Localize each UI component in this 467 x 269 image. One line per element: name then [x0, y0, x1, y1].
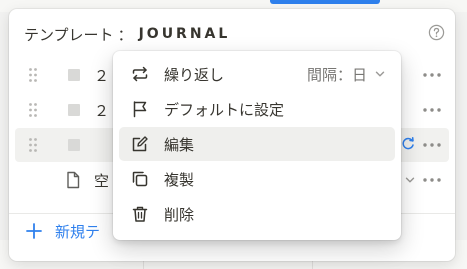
interval-value: 日	[351, 66, 367, 84]
drag-handle-icon[interactable]	[28, 137, 38, 153]
menu-item-label: 編集	[164, 136, 195, 154]
panel-title-separator: ：	[117, 25, 133, 44]
template-name: JOURNAL	[138, 26, 231, 42]
menu-item-label: 複製	[164, 171, 195, 189]
menu-item-delete[interactable]: 削除	[119, 197, 395, 231]
checkbox-icon[interactable]	[68, 69, 80, 81]
menu-item-set-default[interactable]: デフォルトに設定	[119, 92, 395, 126]
interval-label: 間隔：	[306, 66, 352, 84]
interval-select[interactable]: 間隔：日	[307, 64, 367, 85]
drag-handle-icon[interactable]	[28, 67, 38, 83]
context-menu: 繰り返し 間隔：日 デフォルトに設定 編集 複製 削除	[113, 51, 401, 240]
chevron-down-icon[interactable]	[375, 69, 385, 79]
menu-item-edit[interactable]: 編集	[119, 127, 395, 161]
menu-item-repeat[interactable]: 繰り返し 間隔：日	[119, 57, 395, 91]
new-template-label: 新規テ	[55, 222, 101, 241]
drag-handle-icon[interactable]	[28, 102, 38, 118]
help-icon[interactable]	[428, 24, 445, 41]
sync-icon[interactable]	[401, 137, 415, 151]
checkbox-icon[interactable]	[68, 139, 80, 151]
menu-item-label: デフォルトに設定	[164, 101, 285, 119]
trash-icon	[132, 206, 148, 222]
repeat-icon	[132, 66, 148, 82]
panel-title: テンプレート	[24, 25, 114, 44]
edit-icon	[132, 136, 148, 152]
chevron-down-icon	[405, 177, 415, 183]
duplicate-icon	[132, 171, 148, 187]
more-icon[interactable]	[423, 143, 441, 147]
menu-item-duplicate[interactable]: 複製	[119, 162, 395, 196]
more-icon[interactable]	[423, 73, 441, 77]
checkbox-icon[interactable]	[68, 104, 80, 116]
new-template-button[interactable]: 新規テ	[25, 219, 100, 243]
background-active-tab	[270, 0, 380, 4]
flag-icon	[133, 101, 147, 118]
menu-item-label: 繰り返し	[164, 66, 225, 84]
more-icon[interactable]	[423, 108, 441, 112]
document-icon	[67, 171, 80, 189]
plus-icon	[26, 223, 42, 239]
menu-item-label: 削除	[164, 206, 195, 224]
panel-header: テンプレート ： JOURNAL	[24, 23, 230, 45]
more-icon[interactable]	[423, 178, 441, 182]
